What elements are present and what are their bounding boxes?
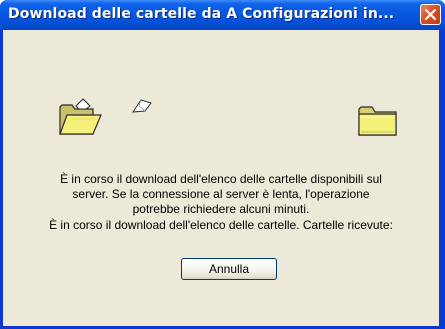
closed-folder-icon xyxy=(356,101,400,144)
info-line-3: potrebbe richiedere alcuni minuti. xyxy=(132,202,310,216)
dialog-body: È in corso il download dell'elenco delle… xyxy=(3,30,439,326)
flying-document-icon xyxy=(131,96,155,121)
window-title: Download delle cartelle da A Configurazi… xyxy=(8,6,395,22)
close-button[interactable] xyxy=(420,4,441,25)
info-line-1: È in corso il download dell'elenco delle… xyxy=(60,172,382,186)
status-message: È in corso il download dell'elenco delle… xyxy=(3,218,439,233)
close-icon xyxy=(424,8,437,21)
title-bar[interactable]: Download delle cartelle da A Configurazi… xyxy=(0,0,445,30)
open-folder-icon xyxy=(57,97,103,142)
dialog-window: Download delle cartelle da A Configurazi… xyxy=(0,0,445,329)
info-message: È in corso il download dell'elenco delle… xyxy=(3,172,439,217)
cancel-button[interactable]: Annulla xyxy=(181,258,277,280)
status-label: È in corso il download dell'elenco delle… xyxy=(49,218,393,232)
info-line-2: server. Se la connessione al server è le… xyxy=(72,187,370,201)
